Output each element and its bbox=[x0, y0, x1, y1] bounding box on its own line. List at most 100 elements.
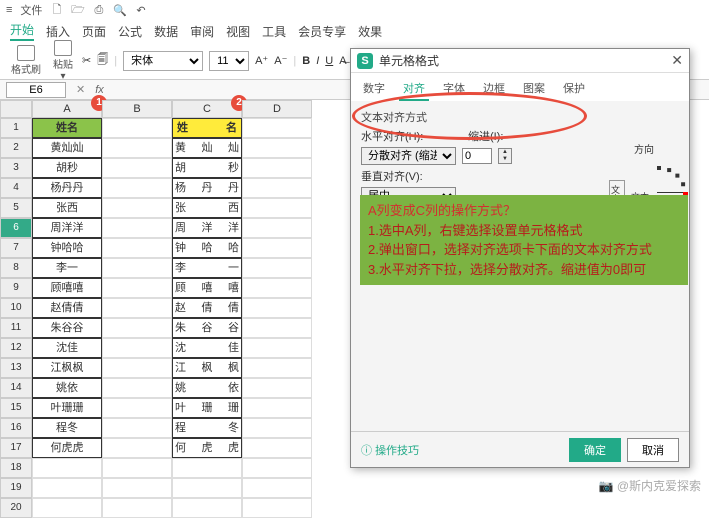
cell[interactable] bbox=[102, 298, 172, 318]
cell[interactable] bbox=[242, 438, 312, 458]
row-header[interactable]: 17 bbox=[0, 438, 32, 458]
cell[interactable] bbox=[102, 198, 172, 218]
cell[interactable] bbox=[102, 498, 172, 518]
decrease-font-icon[interactable]: A⁻ bbox=[274, 54, 287, 67]
cell[interactable] bbox=[242, 338, 312, 358]
row-header[interactable]: 18 bbox=[0, 458, 32, 478]
cell[interactable] bbox=[32, 458, 102, 478]
cell[interactable] bbox=[172, 498, 242, 518]
cell[interactable] bbox=[242, 238, 312, 258]
cell[interactable]: 张西 bbox=[172, 198, 242, 218]
cell[interactable]: 周洋洋 bbox=[172, 218, 242, 238]
menu-review[interactable]: 审阅 bbox=[190, 23, 214, 40]
cell[interactable] bbox=[102, 258, 172, 278]
row-header[interactable]: 11 bbox=[0, 318, 32, 338]
col-header-d[interactable]: D bbox=[242, 100, 312, 118]
cell[interactable] bbox=[102, 218, 172, 238]
cell[interactable] bbox=[242, 498, 312, 518]
col-header-a[interactable]: A1 bbox=[32, 100, 102, 118]
font-name-select[interactable]: 宋体 bbox=[123, 51, 203, 71]
select-all-corner[interactable] bbox=[0, 100, 32, 118]
cell[interactable]: 黄灿灿 bbox=[172, 138, 242, 158]
cell[interactable]: 胡秒 bbox=[32, 158, 102, 178]
format-painter-button[interactable]: 格式刷 bbox=[8, 45, 44, 76]
name-box[interactable] bbox=[6, 82, 66, 98]
save-icon[interactable]: 🗋 bbox=[50, 4, 63, 17]
menu-view[interactable]: 视图 bbox=[226, 23, 250, 40]
cell[interactable]: 赵倩倩 bbox=[172, 298, 242, 318]
cell[interactable]: 沈佳 bbox=[172, 338, 242, 358]
cell[interactable]: 江枫枫 bbox=[32, 358, 102, 378]
menu-insert[interactable]: 插入 bbox=[46, 23, 70, 40]
cell[interactable] bbox=[102, 318, 172, 338]
tab-pattern[interactable]: 图案 bbox=[519, 77, 549, 101]
cell[interactable] bbox=[242, 358, 312, 378]
cell[interactable] bbox=[242, 298, 312, 318]
tab-number[interactable]: 数字 bbox=[359, 77, 389, 101]
cell[interactable] bbox=[172, 478, 242, 498]
cell[interactable] bbox=[242, 178, 312, 198]
cell[interactable] bbox=[242, 218, 312, 238]
cell[interactable] bbox=[242, 458, 312, 478]
cell[interactable] bbox=[102, 378, 172, 398]
cell[interactable]: 何虎虎 bbox=[172, 438, 242, 458]
cell[interactable] bbox=[32, 478, 102, 498]
folder-icon[interactable]: 🗁 bbox=[71, 4, 84, 17]
copy-icon[interactable]: 🗐 bbox=[97, 51, 108, 70]
cell[interactable] bbox=[102, 438, 172, 458]
row-header[interactable]: 15 bbox=[0, 398, 32, 418]
cancel-button[interactable]: 取消 bbox=[627, 438, 679, 462]
cell[interactable]: 周洋洋 bbox=[32, 218, 102, 238]
row-header[interactable]: 9 bbox=[0, 278, 32, 298]
cell[interactable] bbox=[242, 138, 312, 158]
cell-d1[interactable] bbox=[242, 118, 312, 138]
cell[interactable]: 江枫枫 bbox=[172, 358, 242, 378]
cell[interactable] bbox=[102, 418, 172, 438]
menu-effect[interactable]: 效果 bbox=[358, 23, 382, 40]
menu-page[interactable]: 页面 bbox=[82, 23, 106, 40]
row-header[interactable]: 16 bbox=[0, 418, 32, 438]
cell[interactable]: 叶珊珊 bbox=[32, 398, 102, 418]
cell[interactable] bbox=[242, 278, 312, 298]
menu-icon[interactable]: ≡ bbox=[6, 4, 12, 16]
cell[interactable]: 顾嘻嘻 bbox=[172, 278, 242, 298]
cell[interactable]: 朱谷谷 bbox=[172, 318, 242, 338]
cell[interactable] bbox=[242, 398, 312, 418]
ok-button[interactable]: 确定 bbox=[569, 438, 621, 462]
cell[interactable]: 杨丹丹 bbox=[172, 178, 242, 198]
indent-input[interactable] bbox=[462, 148, 492, 164]
cell[interactable] bbox=[102, 398, 172, 418]
cell[interactable]: 叶珊珊 bbox=[172, 398, 242, 418]
fx-cancel-icon[interactable]: ✕ bbox=[72, 83, 89, 96]
row-header[interactable]: 1 bbox=[0, 118, 32, 138]
row-header[interactable]: 13 bbox=[0, 358, 32, 378]
cell[interactable]: 沈佳 bbox=[32, 338, 102, 358]
row-header[interactable]: 19 bbox=[0, 478, 32, 498]
bold-button[interactable]: B bbox=[302, 55, 310, 67]
cell-a1[interactable]: 姓名 bbox=[32, 118, 102, 138]
cell[interactable] bbox=[102, 338, 172, 358]
row-header[interactable]: 8 bbox=[0, 258, 32, 278]
cell[interactable]: 何虎虎 bbox=[32, 438, 102, 458]
cell[interactable] bbox=[102, 238, 172, 258]
close-icon[interactable]: ✕ bbox=[671, 52, 683, 69]
cut-icon[interactable]: ✂ bbox=[82, 54, 91, 67]
h-align-select[interactable]: 分散对齐 (缩进) bbox=[361, 147, 456, 165]
tab-align[interactable]: 对齐 bbox=[399, 77, 429, 101]
print-icon[interactable]: ⎙ bbox=[92, 4, 105, 17]
cell[interactable]: 李一 bbox=[32, 258, 102, 278]
fx-label[interactable]: fx bbox=[89, 84, 110, 96]
tab-border[interactable]: 边框 bbox=[479, 77, 509, 101]
cell[interactable] bbox=[172, 458, 242, 478]
row-header[interactable]: 12 bbox=[0, 338, 32, 358]
cell[interactable]: 朱谷谷 bbox=[32, 318, 102, 338]
preview-icon[interactable]: 🔍 bbox=[113, 4, 126, 17]
cell-b1[interactable] bbox=[102, 118, 172, 138]
cell[interactable]: 胡秒 bbox=[172, 158, 242, 178]
menu-formula[interactable]: 公式 bbox=[118, 23, 142, 40]
cell[interactable] bbox=[102, 358, 172, 378]
cell[interactable] bbox=[102, 158, 172, 178]
cell[interactable]: 赵倩倩 bbox=[32, 298, 102, 318]
row-header[interactable]: 14 bbox=[0, 378, 32, 398]
row-header[interactable]: 4 bbox=[0, 178, 32, 198]
